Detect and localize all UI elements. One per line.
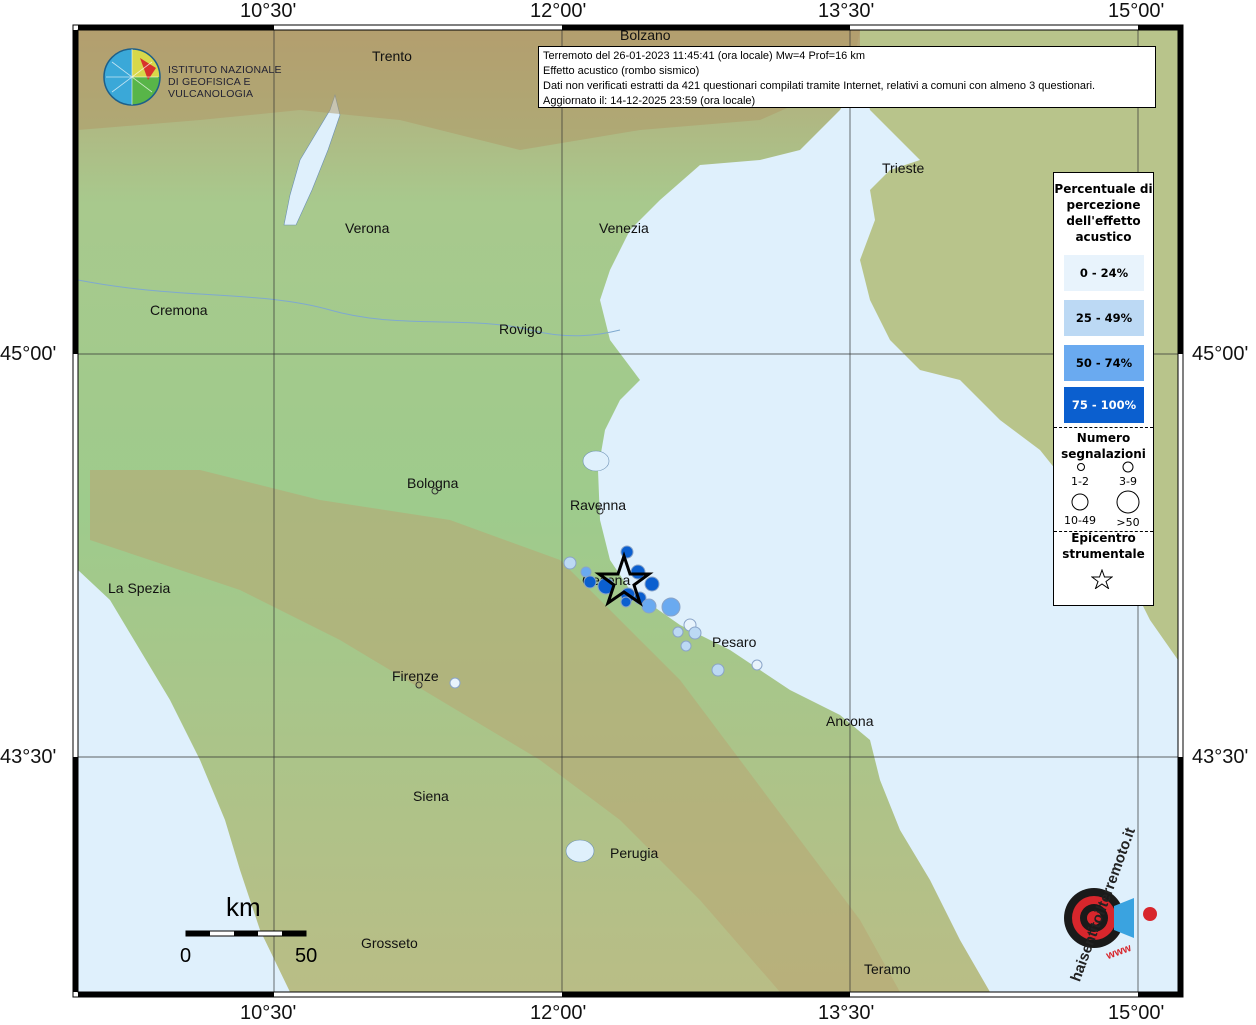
hst-badge[interactable]: haisentitoilterremoto.it www <box>1034 825 1164 984</box>
scale-start: 0 <box>180 945 192 967</box>
report-marker[interactable] <box>751 659 763 671</box>
legend-bin: 0 - 24% <box>1064 255 1144 291</box>
city-label: Bolzano <box>620 27 671 43</box>
star-icon <box>1091 569 1113 589</box>
legend: Percentuale di percezione dell'effetto a… <box>1053 172 1154 606</box>
legend-bin: 75 - 100% <box>1064 387 1144 423</box>
city-label: Venezia <box>599 220 649 236</box>
city-label: Rovigo <box>499 321 543 337</box>
lon-label-top: 15°00' <box>1108 0 1165 22</box>
lat-label-right: 45°00' <box>1192 343 1249 365</box>
report-marker[interactable] <box>583 575 597 589</box>
scale-end: 50 <box>295 945 318 967</box>
logo-line: DI GEOFISICA E VULCANOLOGIA <box>168 76 254 100</box>
report-marker[interactable] <box>688 626 702 640</box>
ingv-logo: ISTITUTO NAZIONALE DI GEOFISICA E VULCAN… <box>100 46 310 108</box>
report-marker[interactable] <box>672 626 684 638</box>
legend-title: Percentuale di percezione dell'effetto a… <box>1054 182 1153 244</box>
event-title: Terremoto del 26-01-2023 11:45:41 (ora l… <box>543 50 866 62</box>
city-label: Verona <box>345 220 390 236</box>
city-label: Ancona <box>826 713 874 729</box>
legend-count-label: >50 <box>1116 516 1140 529</box>
city-label: Cremona <box>150 302 208 318</box>
legend-count-label: 10-49 <box>1064 514 1096 527</box>
report-marker[interactable] <box>620 596 632 608</box>
lon-label-bottom: 13°30' <box>818 1002 875 1024</box>
lagoon-comacchio <box>582 450 610 472</box>
city-label: Trieste <box>882 160 924 176</box>
legend-count-label: 1-2 <box>1071 475 1089 488</box>
scale-bar <box>185 930 307 937</box>
lon-label-top: 10°30' <box>240 0 297 22</box>
legend-bin: 50 - 74% <box>1064 345 1144 381</box>
logo-line: ISTITUTO NAZIONALE <box>168 64 282 76</box>
legend-epicenter-title: Epicentro strumentale <box>1062 531 1145 561</box>
report-marker[interactable] <box>644 576 660 592</box>
event-updated: Aggiornato il: 14-12-2025 23:59 (ora loc… <box>543 95 756 107</box>
scale-unit: km <box>226 892 261 922</box>
lake-trasimeno <box>565 839 595 863</box>
lat-label-right: 43°30' <box>1192 746 1249 768</box>
city-label: Firenze <box>392 668 439 684</box>
city-label: Siena <box>413 788 449 804</box>
lon-label-bottom: 15°00' <box>1108 1002 1165 1024</box>
legend-count-label: 3-9 <box>1119 475 1137 488</box>
legend-separator <box>1054 427 1153 428</box>
city-label: Ravenna <box>570 497 626 513</box>
city-label: Perugia <box>610 845 658 861</box>
report-marker[interactable] <box>641 598 657 614</box>
report-marker[interactable] <box>680 640 692 652</box>
lon-label-bottom: 10°30' <box>240 1002 297 1024</box>
report-marker[interactable] <box>711 663 725 677</box>
report-marker[interactable] <box>580 566 592 578</box>
lon-label-top: 13°30' <box>818 0 875 22</box>
city-label: Trento <box>372 48 412 64</box>
globe-icon <box>103 48 161 106</box>
report-marker[interactable] <box>661 597 681 617</box>
report-marker[interactable] <box>449 677 461 689</box>
event-info-box: Terremoto del 26-01-2023 11:45:41 (ora l… <box>538 46 1156 108</box>
city-label: Teramo <box>864 961 911 977</box>
event-effect: Effetto acustico (rombo sismico) <box>543 65 700 77</box>
lon-label-bottom: 12°00' <box>530 1002 587 1024</box>
report-marker[interactable] <box>563 556 577 570</box>
event-data-note: Dati non verificati estratti da 421 ques… <box>543 80 1096 92</box>
lat-label-left: 45°00' <box>0 343 57 365</box>
city-label: Grosseto <box>361 935 418 951</box>
legend-bin: 25 - 49% <box>1064 300 1144 336</box>
lon-label-top: 12°00' <box>530 0 587 22</box>
city-label: Pesaro <box>712 634 757 650</box>
city-label: La Spezia <box>108 580 170 596</box>
lat-label-left: 43°30' <box>0 746 57 768</box>
